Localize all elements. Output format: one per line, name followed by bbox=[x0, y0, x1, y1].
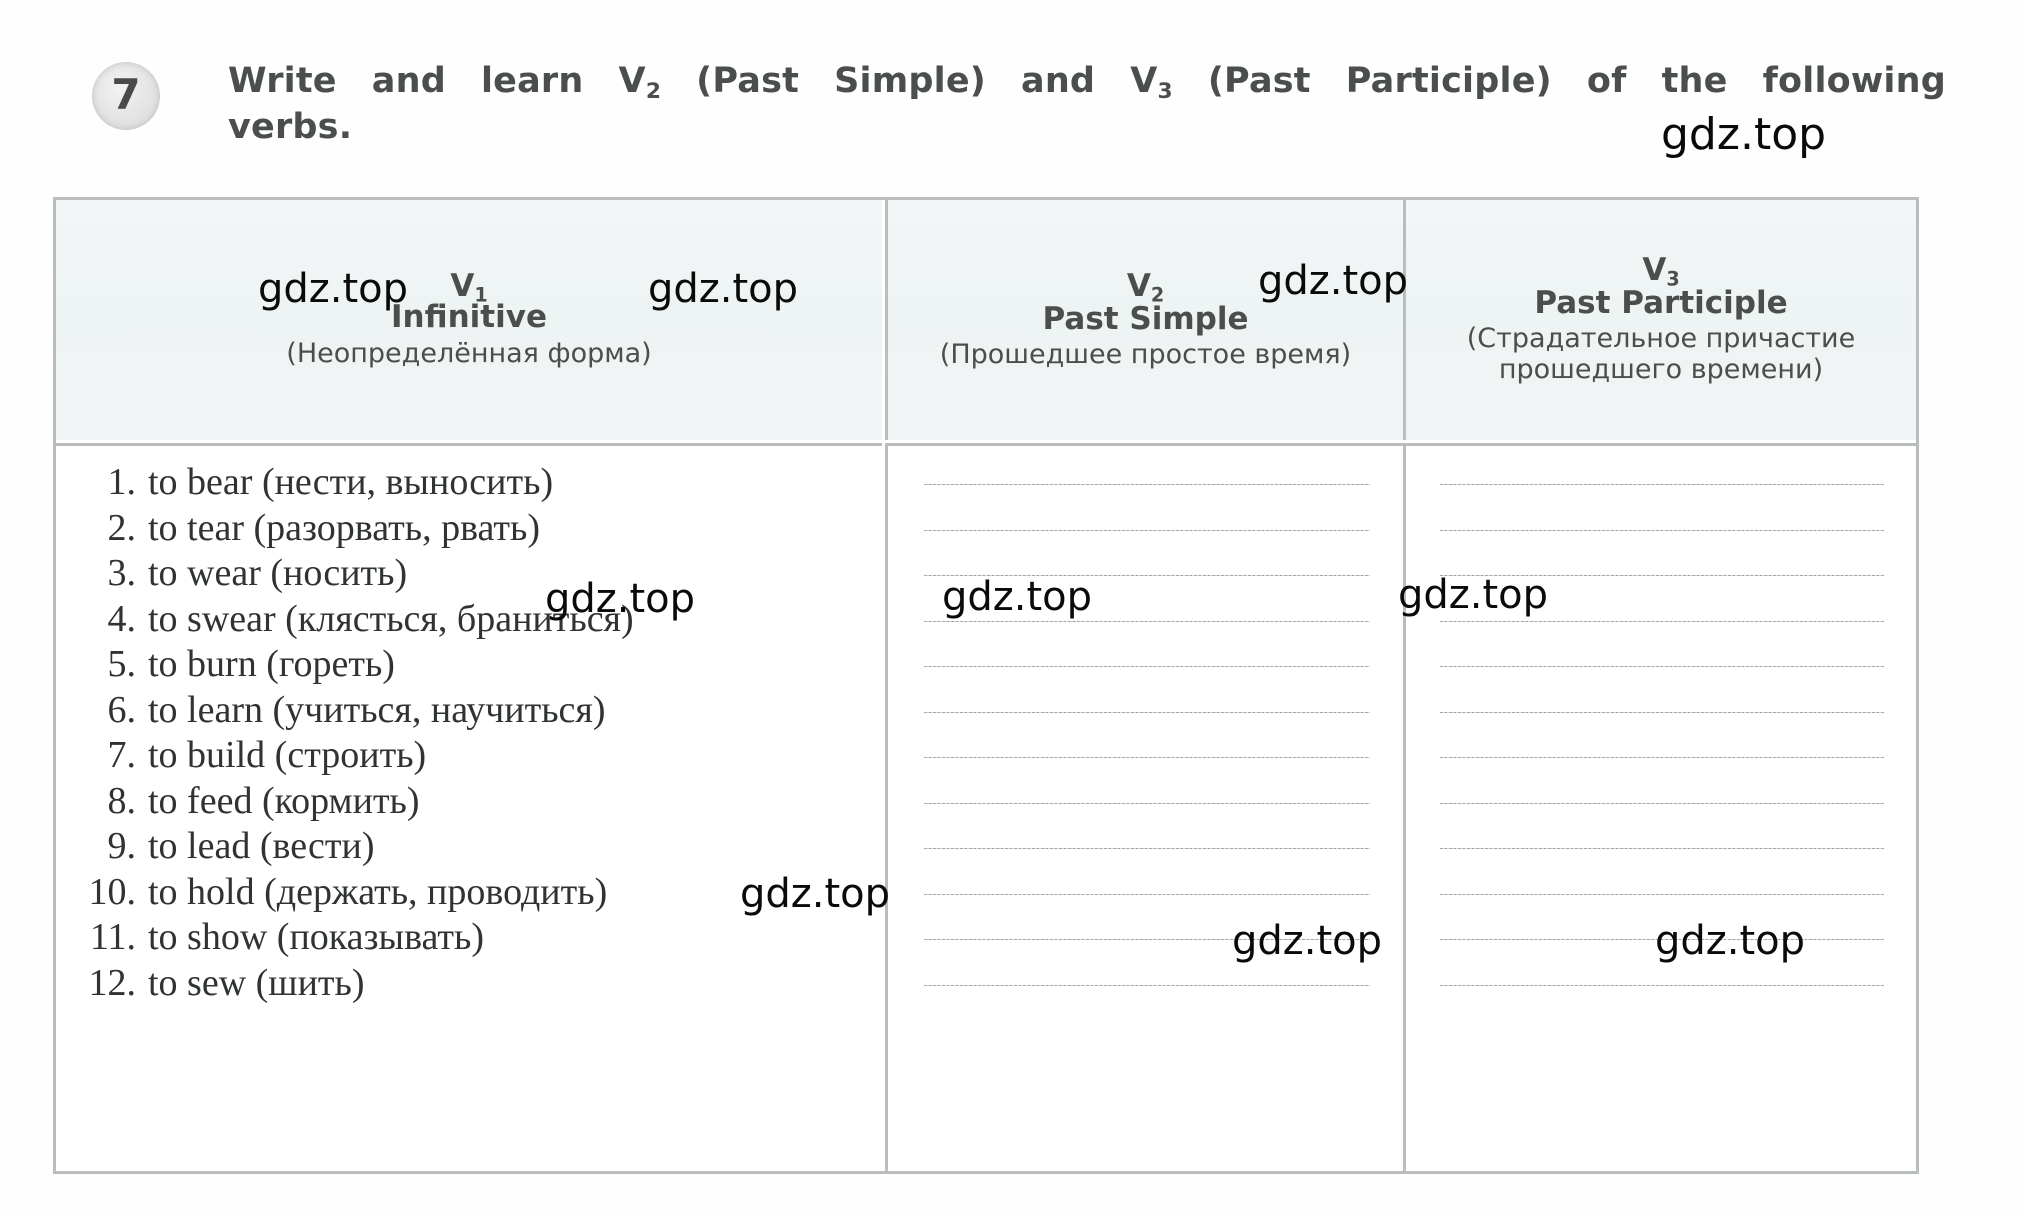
verb-row-text: to build (строить) bbox=[148, 734, 427, 776]
column-subtitle-past-simple: (Прошедшее простое время) bbox=[939, 338, 1352, 370]
instruction-line-2: verbs. bbox=[228, 107, 353, 147]
past-participle-writing-lines[interactable] bbox=[1406, 446, 1916, 1171]
answer-writing-line[interactable] bbox=[1440, 575, 1884, 576]
answer-writing-line[interactable] bbox=[1440, 848, 1884, 849]
verb-row: 1. to bear (нести, выносить) bbox=[74, 460, 882, 506]
exercise-header: 7 Write and learn V2 (Past Simple) and V… bbox=[0, 36, 2025, 147]
answer-writing-line[interactable] bbox=[1440, 757, 1884, 758]
verb-row: 6. to learn (учиться, научиться) bbox=[74, 688, 882, 734]
verb-list: 1. to bear (нести, выносить) 2. to tear (ра… bbox=[56, 446, 882, 1006]
answer-writing-line[interactable] bbox=[924, 529, 1370, 531]
column-header-infinitive: V1 Infinitive (Неопределённая форма) bbox=[56, 200, 882, 440]
column-title-past-participle: Past Participle bbox=[1534, 285, 1788, 322]
verb-row-text: to show (показывать) bbox=[148, 916, 484, 958]
verb-row-text: to lead (вести) bbox=[148, 825, 375, 867]
answer-writing-line[interactable] bbox=[1440, 529, 1884, 531]
answer-writing-line[interactable] bbox=[924, 848, 1370, 849]
table-body: 1. to bear (нести, выносить) 2. to tear (ра… bbox=[56, 443, 1916, 1171]
verb-row-text: to learn (учиться, научиться) bbox=[148, 688, 606, 731]
answer-writing-line[interactable] bbox=[924, 711, 1370, 713]
answer-writing-line[interactable] bbox=[924, 939, 1370, 940]
past-simple-writing-lines[interactable] bbox=[888, 446, 1403, 1171]
past-simple-answer-column[interactable] bbox=[885, 443, 1403, 1171]
verb-row-number: 11. bbox=[89, 916, 136, 958]
v3-subscript: 3 bbox=[1157, 79, 1173, 105]
verb-row: 9. to lead (вести) bbox=[74, 824, 882, 870]
exercise-number-badge: 7 bbox=[92, 62, 160, 130]
infinitive-column: 1. to bear (нести, выносить) 2. to tear (ра… bbox=[56, 443, 882, 1171]
verb-row-text: to tear (разорвать, рвать) bbox=[148, 506, 540, 549]
verb-row-text: to wear (носить) bbox=[148, 552, 408, 594]
answer-writing-line[interactable] bbox=[924, 893, 1370, 895]
instruction-line-1: Write and learn V2 (Past Simple) and V3 … bbox=[228, 61, 1947, 105]
verb-row-number: 7. bbox=[107, 734, 137, 776]
answer-writing-line[interactable] bbox=[1440, 893, 1884, 895]
verb-row-number: 1. bbox=[107, 461, 137, 503]
verb-row-number: 3. bbox=[107, 552, 137, 594]
verb-row: 11. to show (показывать) bbox=[74, 915, 882, 961]
verb-row-text: to swear (клясться, браниться) bbox=[148, 597, 634, 640]
column-header-past-participle: V3 Past Participle (Страдательное причас… bbox=[1403, 200, 1916, 440]
verb-row: 2. to tear (разорвать, рвать) bbox=[74, 506, 882, 552]
verb-row-number: 9. bbox=[107, 825, 137, 867]
verb-row: 8. to feed (кормить) bbox=[74, 779, 882, 825]
worksheet-page: 7 Write and learn V2 (Past Simple) and V… bbox=[0, 0, 2025, 1215]
verb-row-number: 12. bbox=[88, 961, 137, 1004]
verb-row-text: to burn (гореть) bbox=[148, 643, 395, 685]
verb-row: 5. to burn (гореть) bbox=[74, 642, 882, 688]
answer-writing-line[interactable] bbox=[924, 984, 1370, 986]
answer-writing-line[interactable] bbox=[1440, 711, 1884, 713]
verb-row: 4. to swear (клясться, браниться) bbox=[74, 597, 882, 643]
verb-row-number: 8. bbox=[107, 779, 137, 822]
verb-row-number: 4. bbox=[107, 597, 137, 640]
exercise-instruction: Write and learn V2 (Past Simple) and V3 … bbox=[228, 58, 1946, 150]
answer-writing-line[interactable] bbox=[1440, 802, 1884, 804]
column-title-infinitive: Infinitive bbox=[391, 298, 547, 335]
v2-subscript: 2 bbox=[645, 79, 662, 105]
answer-writing-line[interactable] bbox=[1440, 666, 1884, 667]
verb-forms-table: V1 Infinitive (Неопределённая форма) V2 … bbox=[53, 197, 1919, 1174]
answer-writing-line[interactable] bbox=[1440, 484, 1884, 485]
verb-row: 7. to build (строить) bbox=[74, 733, 882, 779]
column-code-v3: V3 bbox=[1642, 251, 1680, 291]
verb-row: 10. to hold (держать, проводить) bbox=[74, 870, 882, 916]
verb-row-number: 2. bbox=[107, 506, 137, 549]
verb-row-number: 6. bbox=[107, 688, 137, 731]
column-header-past-simple: V2 Past Simple (Прошедшее простое время) bbox=[885, 200, 1403, 440]
column-subtitle-infinitive: (Неопределённая форма) bbox=[286, 338, 652, 370]
column-subtitle-past-participle: (Страдательное причастие прошедшего врем… bbox=[1466, 322, 1856, 386]
verb-row-text: to feed (кормить) bbox=[148, 779, 420, 822]
verb-row: 12. to sew (шить) bbox=[74, 961, 882, 1007]
table-header-row: V1 Infinitive (Неопределённая форма) V2 … bbox=[56, 200, 1916, 440]
verb-row: 3. to wear (носить) bbox=[74, 551, 882, 597]
answer-writing-line[interactable] bbox=[1440, 984, 1884, 986]
exercise-number: 7 bbox=[111, 70, 141, 119]
answer-writing-line[interactable] bbox=[924, 666, 1370, 667]
verb-row-number: 5. bbox=[107, 643, 137, 685]
verb-row-text: to bear (нести, выносить) bbox=[148, 461, 554, 503]
answer-writing-line[interactable] bbox=[1440, 620, 1884, 622]
answer-writing-line[interactable] bbox=[924, 757, 1370, 758]
answer-writing-line[interactable] bbox=[924, 802, 1370, 804]
verb-row-number: 10. bbox=[88, 870, 137, 913]
answer-writing-line[interactable] bbox=[1440, 939, 1884, 940]
column-code-v2: V2 bbox=[1126, 267, 1165, 306]
answer-writing-line[interactable] bbox=[924, 484, 1370, 485]
answer-writing-line[interactable] bbox=[924, 575, 1370, 576]
answer-writing-line[interactable] bbox=[924, 620, 1370, 622]
past-participle-answer-column[interactable] bbox=[1403, 443, 1916, 1171]
verb-row-text: to sew (шить) bbox=[148, 961, 365, 1004]
verb-row-text: to hold (держать, проводить) bbox=[148, 870, 608, 913]
column-title-past-simple: Past Simple bbox=[1042, 301, 1249, 338]
